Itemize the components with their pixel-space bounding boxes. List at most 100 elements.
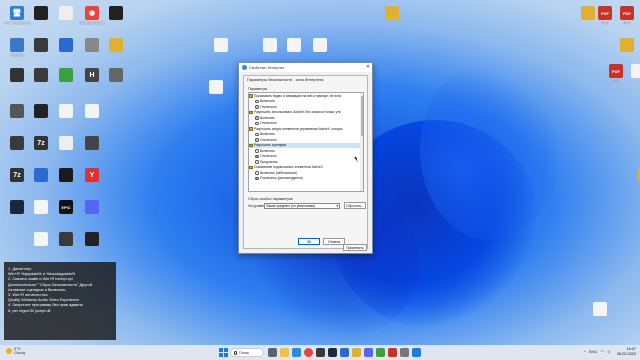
radio-icon[interactable]: [255, 176, 259, 180]
desktop-icon-glyph: [631, 64, 640, 78]
windows-start-icon[interactable]: [219, 348, 228, 357]
taskbar-app-icon[interactable]: [376, 348, 385, 357]
wifi-icon[interactable]: ◠: [600, 349, 604, 354]
desktop-icon-glyph: EPIC: [59, 200, 73, 214]
desktop-icon-glyph: [59, 232, 73, 246]
desktop-icon[interactable]: [201, 80, 231, 106]
taskbar: 2°C Cloudy Поиск ^ ENG ◠ ◁ 16:07 28.02.2…: [0, 345, 640, 360]
settings-option[interactable]: Отключить (рекомендуется): [249, 176, 363, 182]
desktop-icon[interactable]: [101, 38, 131, 64]
settings-label: Параметры: [248, 87, 268, 91]
desktop-icon[interactable]: [77, 136, 107, 162]
desktop-icon[interactable]: [377, 6, 407, 32]
setting-label: Включить: [260, 115, 275, 120]
level-select-value: Выше среднего (по умолчанию): [266, 203, 316, 208]
desktop-icon-glyph: [59, 104, 73, 118]
radio-icon[interactable]: [255, 121, 259, 125]
desktop-icon-glyph: [263, 38, 277, 52]
radio-icon[interactable]: [255, 116, 259, 120]
chrome-icon[interactable]: [304, 348, 313, 357]
radio-icon[interactable]: [255, 132, 259, 136]
desktop-icon[interactable]: [612, 38, 640, 64]
setting-label: Разрешить сценарии: [254, 143, 287, 148]
clock[interactable]: 16:07 28.02.2023: [617, 347, 636, 357]
system-tray[interactable]: ^ ENG ◠ ◁: [584, 349, 610, 354]
desktop-icon-glyph: [85, 104, 99, 118]
desktop-icon[interactable]: [101, 68, 131, 94]
desktop-icon-glyph: PDF: [620, 6, 634, 20]
desktop-icon-glyph: [85, 232, 99, 246]
desktop-icon[interactable]: [630, 168, 640, 194]
radio-icon[interactable]: [255, 154, 259, 158]
security-settings-panel: Параметры безопасности - зона Интернета …: [243, 75, 368, 249]
taskbar-search[interactable]: Поиск: [230, 348, 264, 357]
taskbar-app-icon[interactable]: [412, 348, 421, 357]
security-settings-title: Параметры безопасности - зона Интернета: [247, 78, 324, 82]
radio-icon[interactable]: [255, 160, 259, 164]
ok-button[interactable]: ОК: [298, 238, 320, 245]
desktop-icon[interactable]: PDF PDF: [612, 6, 640, 32]
desktop-icon[interactable]: Y: [77, 168, 107, 194]
desktop-icon[interactable]: [77, 200, 107, 226]
desktop-icon[interactable]: [305, 38, 335, 64]
desktop-icon[interactable]: [101, 6, 131, 32]
desktop-icon-glyph: H: [85, 68, 99, 82]
apply-button[interactable]: Применить: [343, 244, 367, 251]
desktop-icon-glyph: [59, 38, 73, 52]
search-icon: [233, 351, 237, 355]
setting-label: Отключить: [260, 137, 277, 142]
desktop-icon[interactable]: [585, 302, 615, 328]
desktop-icon-glyph: [385, 6, 399, 20]
taskbar-app-icon[interactable]: [388, 348, 397, 357]
desktop-icon-glyph: [109, 68, 123, 82]
desktop-icon-glyph: [34, 232, 48, 246]
taskbar-app-icon[interactable]: [316, 348, 325, 357]
setting-group-icon: [249, 165, 253, 169]
cancel-button[interactable]: Отмена: [323, 238, 345, 245]
setting-label: Включить: [260, 148, 275, 153]
taskbar-app-icon[interactable]: [400, 348, 409, 357]
weather-widget[interactable]: 2°C Cloudy: [6, 346, 26, 355]
setting-label: Отключить (рекомендуется): [260, 176, 303, 181]
dialog-titlebar[interactable]: Свойства: Интернет: [239, 63, 372, 72]
scrollbar-thumb[interactable]: [360, 96, 363, 136]
steam-icon[interactable]: [328, 348, 337, 357]
scrollbar[interactable]: [360, 93, 363, 191]
desktop-icon-glyph: [34, 104, 48, 118]
desktop-icon-glyph: [10, 200, 24, 214]
desktop-icon-glyph: [59, 136, 73, 150]
setting-label: Показывать видео и анимацию на веб-стран…: [254, 93, 342, 98]
desktop-icon[interactable]: [77, 232, 107, 258]
desktop-icon[interactable]: [623, 64, 640, 90]
radio-icon[interactable]: [255, 149, 259, 153]
setting-label: Разрешить использовать ActiveX без запро…: [254, 110, 341, 115]
edge-icon[interactable]: [292, 348, 301, 357]
radio-icon[interactable]: [255, 138, 259, 142]
internet-options-icon[interactable]: [340, 348, 349, 357]
radio-icon[interactable]: [255, 171, 259, 175]
desktop-icon-glyph: [59, 6, 73, 20]
tray-language[interactable]: ENG: [589, 349, 598, 354]
desktop-icon[interactable]: [77, 104, 107, 130]
desktop-icon-glyph: [214, 38, 228, 52]
task-view-icon[interactable]: [268, 348, 277, 357]
setting-label: Включить: [260, 132, 275, 137]
chevron-up-icon[interactable]: ^: [584, 349, 586, 354]
folder-icon[interactable]: [352, 348, 361, 357]
setting-group-icon: [249, 143, 253, 147]
weather-condition: Cloudy: [14, 351, 26, 355]
setting-label: Отключить: [260, 121, 277, 126]
desktop-icon-glyph: [85, 38, 99, 52]
settings-list[interactable]: Показывать видео и анимацию на веб-стран…: [248, 92, 364, 192]
close-icon[interactable]: ✕: [366, 64, 370, 70]
reset-button[interactable]: Сбросить...: [344, 202, 366, 209]
desktop-icon-glyph: PDF: [598, 6, 612, 20]
radio-icon[interactable]: [255, 99, 259, 103]
volume-icon[interactable]: ◁: [607, 349, 610, 354]
desktop-icon-glyph: [287, 38, 301, 52]
level-select[interactable]: Выше среднего (по умолчанию) ▾: [264, 202, 340, 209]
file-explorer-icon[interactable]: [280, 348, 289, 357]
discord-icon[interactable]: [364, 348, 373, 357]
desktop-icon[interactable]: [206, 38, 236, 64]
radio-icon[interactable]: [255, 105, 259, 109]
